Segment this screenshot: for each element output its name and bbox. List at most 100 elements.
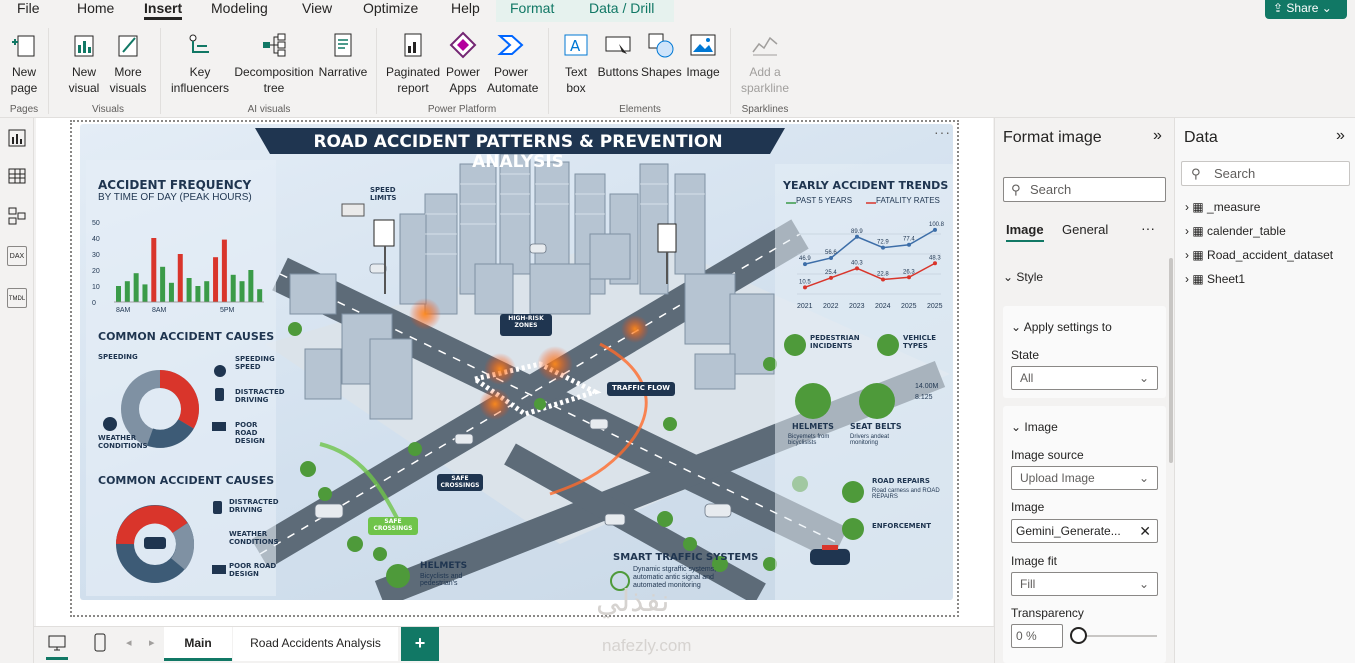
collapse-data-pane-icon[interactable]: » [1336,127,1345,145]
tab-help[interactable]: Help [451,0,480,20]
report-view-icon[interactable] [7,128,27,148]
yearly-point [829,275,833,280]
format-tab-image[interactable]: Image [1006,222,1044,242]
helmets-bottom-title: HELMETS [420,561,468,571]
tree-item-sheet1[interactable]: › ▦ Sheet1 [1185,272,1245,286]
tree-item-measure[interactable]: › ▦ _measure [1185,200,1260,214]
chevron-down-icon: ⌄ [1011,320,1024,334]
power-automate-button[interactable]: Power Automate [487,30,538,96]
model-view-icon[interactable] [7,206,27,226]
apply-settings-header[interactable]: ⌄ Apply settings to [1011,320,1112,334]
image-fit-dropdown[interactable]: Fill ⌄ [1011,572,1158,596]
yearly-x-label: 2024 [875,303,891,310]
pedestrian-label: PEDESTRIAN INCIDENTS [810,334,860,350]
page-tab-main[interactable]: Main [164,627,232,661]
yearly-x-label: 2025 [901,303,917,310]
chevron-right-icon: › [1185,200,1189,214]
narrative-button[interactable]: Narrative [318,30,368,80]
visual-more-options[interactable]: ··· [934,124,951,140]
new-visual-icon [74,35,94,57]
key-influencers-button[interactable]: Key influencers [170,30,230,96]
tab-modeling[interactable]: Modeling [211,0,268,20]
text-box-icon: A [564,34,588,56]
freq-tick-label: 50 [92,220,100,227]
report-canvas[interactable]: 50 40 30 20 10 0 8AM 8AM 5PM 46.9 56.6 89.9 72.9 77.… [36,118,993,626]
freq-bar [133,273,139,302]
dax-query-view-icon[interactable]: DAX [7,246,27,266]
desktop-layout-icon[interactable] [47,633,67,653]
image-button[interactable]: Image [684,30,722,80]
infographic-title: ROAD ACCIDENT PATTERNS & PREVENTION ANAL… [313,132,723,172]
tree-item-label: _measure [1207,200,1261,214]
tab-insert[interactable]: Insert [144,0,183,20]
yearly-point [933,227,937,232]
yearly-point [829,255,833,260]
page-tab-road-accidents[interactable]: Road Accidents Analysis [233,627,398,661]
style-label: Style [1016,270,1044,284]
add-page-button[interactable]: + [401,627,439,661]
format-tab-general[interactable]: General [1062,222,1108,237]
new-page-button[interactable]: New page [4,30,44,96]
buttons-button[interactable]: Buttons [597,30,639,80]
collapse-format-pane-icon[interactable]: » [1153,127,1162,145]
tab-optimize[interactable]: Optimize [363,0,418,20]
tab-format[interactable]: Format [510,0,554,20]
tree-item-road-accident-dataset[interactable]: › ▦ Road_accident_dataset [1185,248,1333,262]
tab-home[interactable]: Home [77,0,114,20]
share-button[interactable]: ⇪ Share ⌄ [1265,0,1347,19]
paginated-report-button[interactable]: Paginated report [385,30,441,96]
tree-item-label: calender_table [1207,224,1286,238]
close-icon[interactable]: ✕ [1139,520,1151,542]
tree-item-calender-table[interactable]: › ▦ calender_table [1185,224,1286,238]
prev-page-icon[interactable]: ◂ [126,636,132,649]
tab-data-drill[interactable]: Data / Drill [589,0,654,20]
traffic-flow-label: TRAFFIC FLOW [612,384,670,392]
text-box-button[interactable]: A Text box [556,30,596,96]
image-source-dropdown[interactable]: Upload Image ⌄ [1011,466,1158,490]
format-more-options[interactable]: ··· [1141,220,1155,236]
mobile-layout-icon[interactable] [92,633,108,653]
speed-limits-label: SPEED LIMITS [370,186,397,202]
causes-2-title: COMMON ACCIDENT CAUSES [98,474,275,487]
search-icon: ⚲ [1191,166,1201,181]
freq-x-label: 8AM [152,307,167,314]
table-view-icon[interactable] [7,166,27,186]
tab-view[interactable]: View [302,0,332,20]
format-pane-scrollbar[interactable] [1169,258,1173,463]
new-page-label: New page [10,65,38,95]
tab-file[interactable]: File [17,0,40,20]
freq-bar [257,289,263,302]
group-power-platform: Power Platform [427,104,497,115]
helmets-title: HELMETS [792,422,834,431]
freq-bar [177,254,183,302]
data-search-placeholder: Search [1214,166,1256,181]
power-apps-button[interactable]: Power Apps [443,30,483,96]
transparency-input[interactable]: 0 % [1011,624,1063,648]
yearly-point [803,285,807,290]
transparency-slider-thumb[interactable] [1070,627,1087,644]
style-section-header[interactable]: ⌄ Style [1003,270,1163,284]
chevron-down-icon: ⌄ [1011,420,1025,434]
apply-settings-label: Apply settings to [1023,320,1112,334]
freq-bar [213,257,219,302]
image-visual[interactable]: 50 40 30 20 10 0 8AM 8AM 5PM 46.9 56.6 89.9 72.9 77.… [70,120,959,617]
more-visuals-button[interactable]: More visuals [104,30,152,96]
view-switcher-rail: DAX TMDL [0,118,34,663]
shapes-button[interactable]: Shapes [641,30,682,80]
image-section-header[interactable]: ⌄ Image [1011,420,1058,434]
chevron-down-icon: ⌄ [1138,471,1149,485]
power-apps-icon [449,31,477,59]
new-page-icon [12,35,35,57]
group-visuals: Visuals [91,104,125,115]
next-page-icon[interactable]: ▸ [149,636,155,649]
key-influencers-label: Key influencers [170,65,230,95]
new-visual-button[interactable]: New visual [64,30,104,96]
format-search-input[interactable]: ⚲ Search [1003,177,1166,202]
state-dropdown[interactable]: All ⌄ [1011,366,1158,390]
tmdl-view-icon[interactable]: TMDL [7,288,27,308]
data-search-input[interactable]: ⚲ Search [1181,161,1350,186]
freq-bar [204,281,210,302]
decomposition-tree-button[interactable]: Decomposition tree [233,30,315,96]
image-file-field[interactable]: Gemini_Generate... ✕ [1011,519,1158,543]
transparency-slider-track[interactable] [1075,635,1157,637]
